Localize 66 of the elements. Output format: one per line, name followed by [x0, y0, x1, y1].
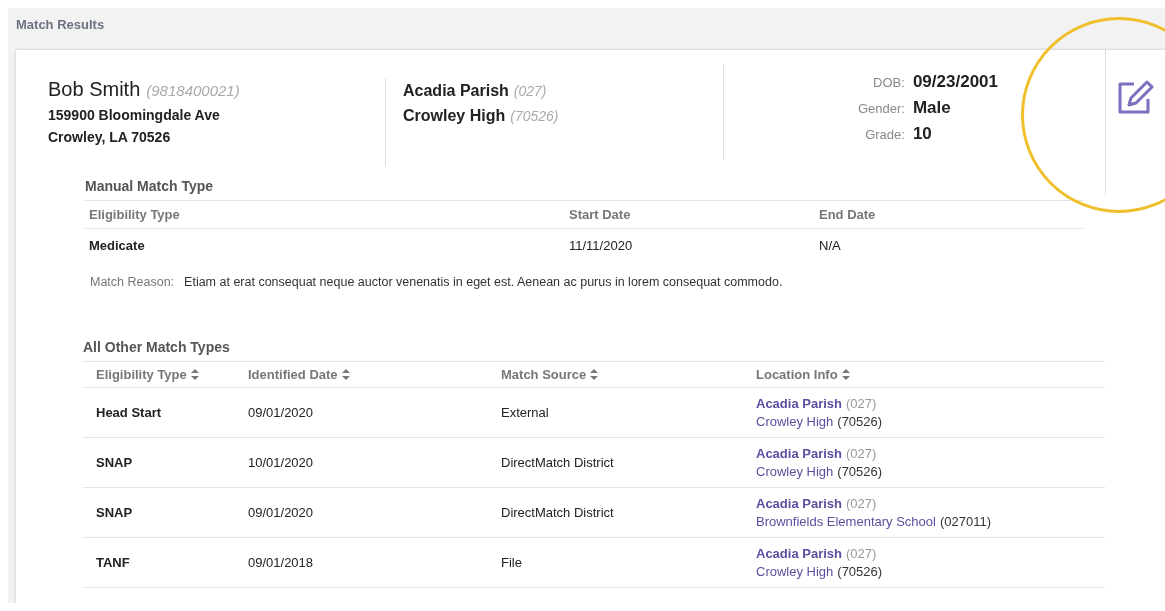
table-cell-text: DirectMatch District [501, 505, 615, 520]
column-header[interactable]: Identified Date [248, 367, 501, 382]
panel-title: Match Results [16, 16, 106, 34]
detail-value: 10 [912, 124, 933, 144]
table-cell-text: 09/01/2020 [248, 405, 315, 420]
table-cell-text: N/A [819, 237, 842, 253]
parish-link[interactable]: Acadia Parish [756, 496, 842, 511]
student-id: (9818400021) [146, 82, 240, 99]
detail-label: Grade: [864, 127, 905, 142]
sort-icon[interactable] [341, 369, 350, 380]
table-cell-text: TANF [96, 555, 131, 570]
column-header: Start Date [569, 207, 632, 222]
table-cell-text: DirectMatch District [501, 455, 615, 470]
column-header: Eligibility Type [89, 207, 181, 222]
table-cell-text: 09/01/2020 [248, 505, 315, 520]
school-name: Crowley High [403, 107, 506, 125]
table-cell-text: 09/01/2018 [248, 555, 315, 570]
parish-code: (027) [846, 396, 877, 411]
table-cell-text: SNAP [96, 455, 134, 470]
sort-icon[interactable] [841, 369, 850, 380]
table-cell-text: 11/11/2020 [569, 237, 634, 253]
detail-label: Gender: [856, 101, 905, 116]
school-code: (70526) [510, 108, 559, 124]
table-cell-text: Medicate [89, 237, 146, 253]
school-link[interactable]: Crowley High [756, 464, 834, 479]
school-link[interactable]: Brownfields Elementary School [756, 514, 936, 529]
parish-code: (027) [846, 446, 877, 461]
detail-label: DOB: [872, 75, 905, 90]
column-header: End Date [819, 207, 877, 222]
detail-value: 09/23/2001 [912, 72, 998, 92]
parish-link[interactable]: Acadia Parish [756, 446, 842, 461]
school-code: (70526) [837, 564, 883, 579]
detail-value: Male [912, 98, 952, 118]
table-cell-text: External [501, 405, 550, 420]
table-cell-text: Head Start [96, 405, 163, 420]
school-code: (027011) [939, 514, 991, 529]
school-code: (70526) [837, 464, 883, 479]
parish-link[interactable]: Acadia Parish [756, 546, 842, 561]
sort-icon[interactable] [590, 369, 599, 380]
column-header-label[interactable]: Location Info [756, 367, 838, 382]
school-name: Acadia Parish [403, 82, 509, 100]
section-title: Manual Match Type [85, 178, 1083, 201]
parish-code: (027) [846, 546, 877, 561]
table-cell-text: 10/01/2020 [248, 455, 315, 470]
table-cell-text: SNAP [96, 505, 134, 520]
column-header-label[interactable]: Eligibility Type [96, 367, 187, 382]
column-header[interactable]: Match Source [501, 367, 756, 382]
school-code: (027) [513, 83, 547, 99]
address-line: Crowley, LA 70526 [48, 128, 172, 147]
school-link[interactable]: Crowley High [756, 414, 834, 429]
student-name: Bob Smith [48, 78, 141, 101]
column-header[interactable]: Eligibility Type [96, 367, 248, 382]
edit-icon [1116, 80, 1155, 114]
table-cell-text: File [501, 555, 523, 570]
reason-label: Match Reason: [90, 275, 175, 289]
school-code: (70526) [837, 414, 883, 429]
column-header[interactable]: Location Info [756, 367, 1105, 382]
column-header-label[interactable]: Match Source [501, 367, 587, 382]
column-header-label[interactable]: Identified Date [248, 367, 338, 382]
parish-code: (027) [846, 496, 877, 511]
address-line: 159900 Bloomingdale Ave [48, 106, 221, 125]
section-title: All Other Match Types [83, 339, 1105, 362]
school-link[interactable]: Crowley High [756, 564, 834, 579]
reason-text: Etiam at erat consequat neque auctor venenatis in eget est. Aenean ac purus in lorem consequat commodo. [184, 275, 783, 289]
sort-icon[interactable] [190, 369, 199, 380]
parish-link[interactable]: Acadia Parish [756, 396, 842, 411]
